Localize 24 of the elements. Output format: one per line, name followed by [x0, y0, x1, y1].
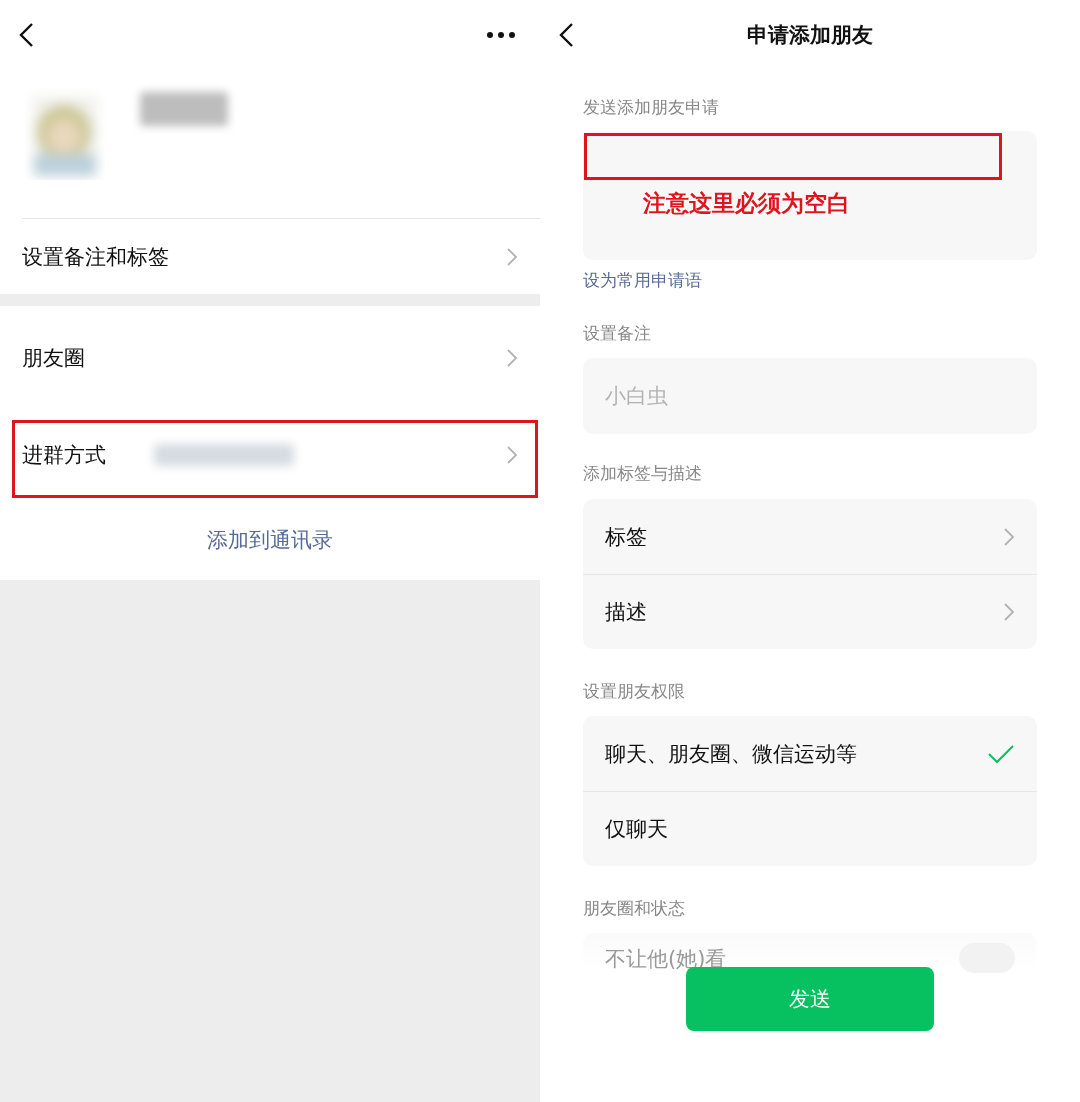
section-label: 设置备注: [583, 322, 652, 344]
chevron-icon: [1003, 601, 1015, 622]
chevron-icon: [506, 445, 518, 465]
remark-field[interactable]: 小白虫: [583, 358, 1037, 434]
list-row[interactable]: 描述: [583, 574, 1037, 649]
option-row[interactable]: 聊天、朋友圈、微信运动等: [583, 716, 1037, 791]
option-row[interactable]: 仅聊天: [583, 791, 1037, 866]
section-label: 添加标签与描述: [583, 462, 703, 484]
page-title: 申请添加朋友: [747, 23, 873, 47]
chevron-icon: [1003, 526, 1015, 547]
preset-link[interactable]: 设为常用申请语: [583, 270, 702, 290]
chevron-icon: [506, 348, 518, 368]
section-label: 发送添加朋友申请: [583, 96, 720, 118]
list-row[interactable]: 标签: [583, 499, 1037, 574]
list-row[interactable]: 朋友圈: [22, 306, 540, 410]
more-icon[interactable]: [486, 31, 516, 39]
chevron-icon: [506, 246, 518, 267]
list-row[interactable]: 进群方式: [0, 410, 540, 500]
message-field[interactable]: 注意这里必须为空白: [583, 131, 1037, 260]
annotation-text: 注意这里必须为空白: [643, 189, 850, 218]
section-label: 朋友圈和状态: [583, 897, 686, 919]
add-contact-link[interactable]: 添加到通讯录: [207, 526, 333, 554]
section-label: 设置朋友权限: [583, 680, 686, 702]
check-icon: [987, 742, 1015, 765]
